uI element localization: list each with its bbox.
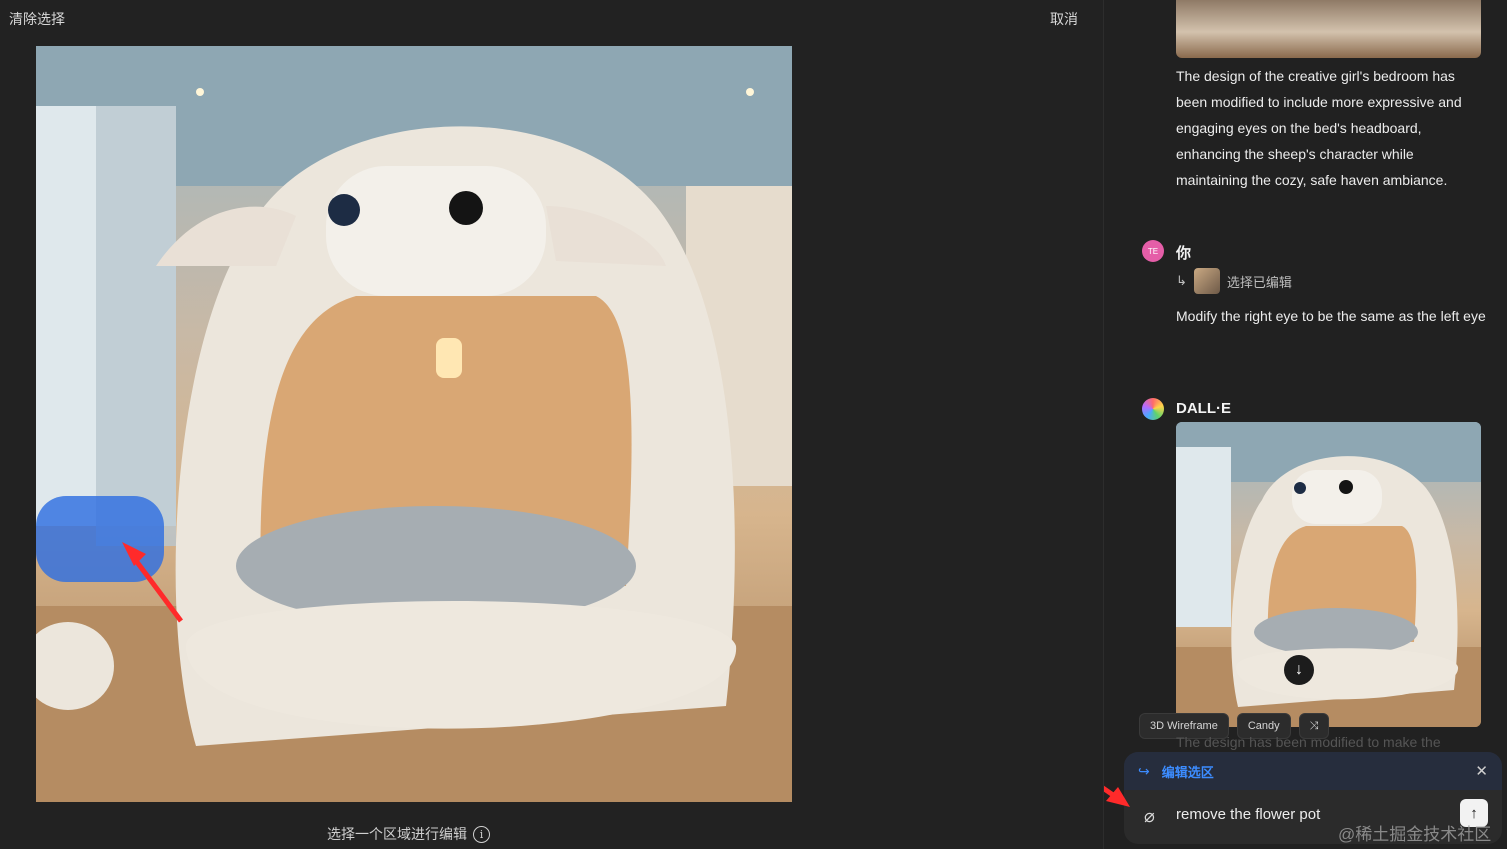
- annotation-arrow-composer: [1104, 785, 1130, 807]
- sheep-left-eye: [328, 194, 360, 226]
- edit-hint-text: 选择一个区域进行编辑: [327, 826, 467, 842]
- arrow-down-icon: ↓: [1295, 661, 1303, 678]
- message-input[interactable]: remove the flower pot: [1176, 806, 1320, 823]
- chat-pane: The design of the creative girl's bedroo…: [1103, 0, 1507, 849]
- arrow-up-icon: ↑: [1470, 804, 1478, 822]
- watermark: @稀土掘金技术社区: [1338, 825, 1492, 844]
- shuffle-icon: ⤨: [1309, 719, 1319, 732]
- close-icon[interactable]: ✕: [1475, 762, 1488, 780]
- ceiling-light: [196, 88, 204, 96]
- edit-selection-bar: ↪ 编辑选区 ✕: [1124, 752, 1502, 790]
- clear-selection-button[interactable]: 清除选择: [9, 9, 65, 29]
- sheep-right-eye: [449, 191, 483, 225]
- generated-bedroom-image: [1176, 422, 1481, 727]
- ceiling-light: [746, 88, 754, 96]
- wall-lamp: [436, 338, 462, 378]
- previous-image-thumbnail[interactable]: [1176, 0, 1481, 58]
- user-avatar: TE: [1142, 240, 1164, 262]
- edit-canvas[interactable]: [36, 46, 792, 802]
- generated-image[interactable]: [1176, 422, 1481, 727]
- assistant-faded-text: The design has been modified to make the: [1176, 734, 1441, 750]
- selection-reference[interactable]: ↳ 选择已编辑: [1176, 268, 1292, 294]
- info-icon[interactable]: i: [473, 825, 490, 843]
- sheep-face: [326, 166, 546, 296]
- bedroom-image: [36, 46, 792, 802]
- edit-hint: 选择一个区域进行编辑 i: [327, 824, 490, 844]
- reference-thumbnail: [1193, 268, 1220, 294]
- edit-selection-label: 编辑选区: [1161, 764, 1214, 780]
- reference-label: 选择已编辑: [1226, 274, 1292, 290]
- assistant-name: DALL·E: [1176, 400, 1231, 417]
- image-editor-pane: 清除选择 取消 选择一个区域进行编辑 i: [0, 0, 1103, 849]
- user-message-text: Modify the right eye to be the same as t…: [1176, 308, 1486, 324]
- download-button[interactable]: ↓: [1284, 655, 1314, 685]
- assistant-message-text: The design of the creative girl's bedroo…: [1176, 68, 1462, 188]
- cancel-button[interactable]: 取消: [1050, 9, 1078, 29]
- reply-arrow-icon: ↳: [1176, 273, 1187, 288]
- user-name: 你: [1176, 245, 1192, 262]
- dalle-avatar: [1142, 398, 1164, 420]
